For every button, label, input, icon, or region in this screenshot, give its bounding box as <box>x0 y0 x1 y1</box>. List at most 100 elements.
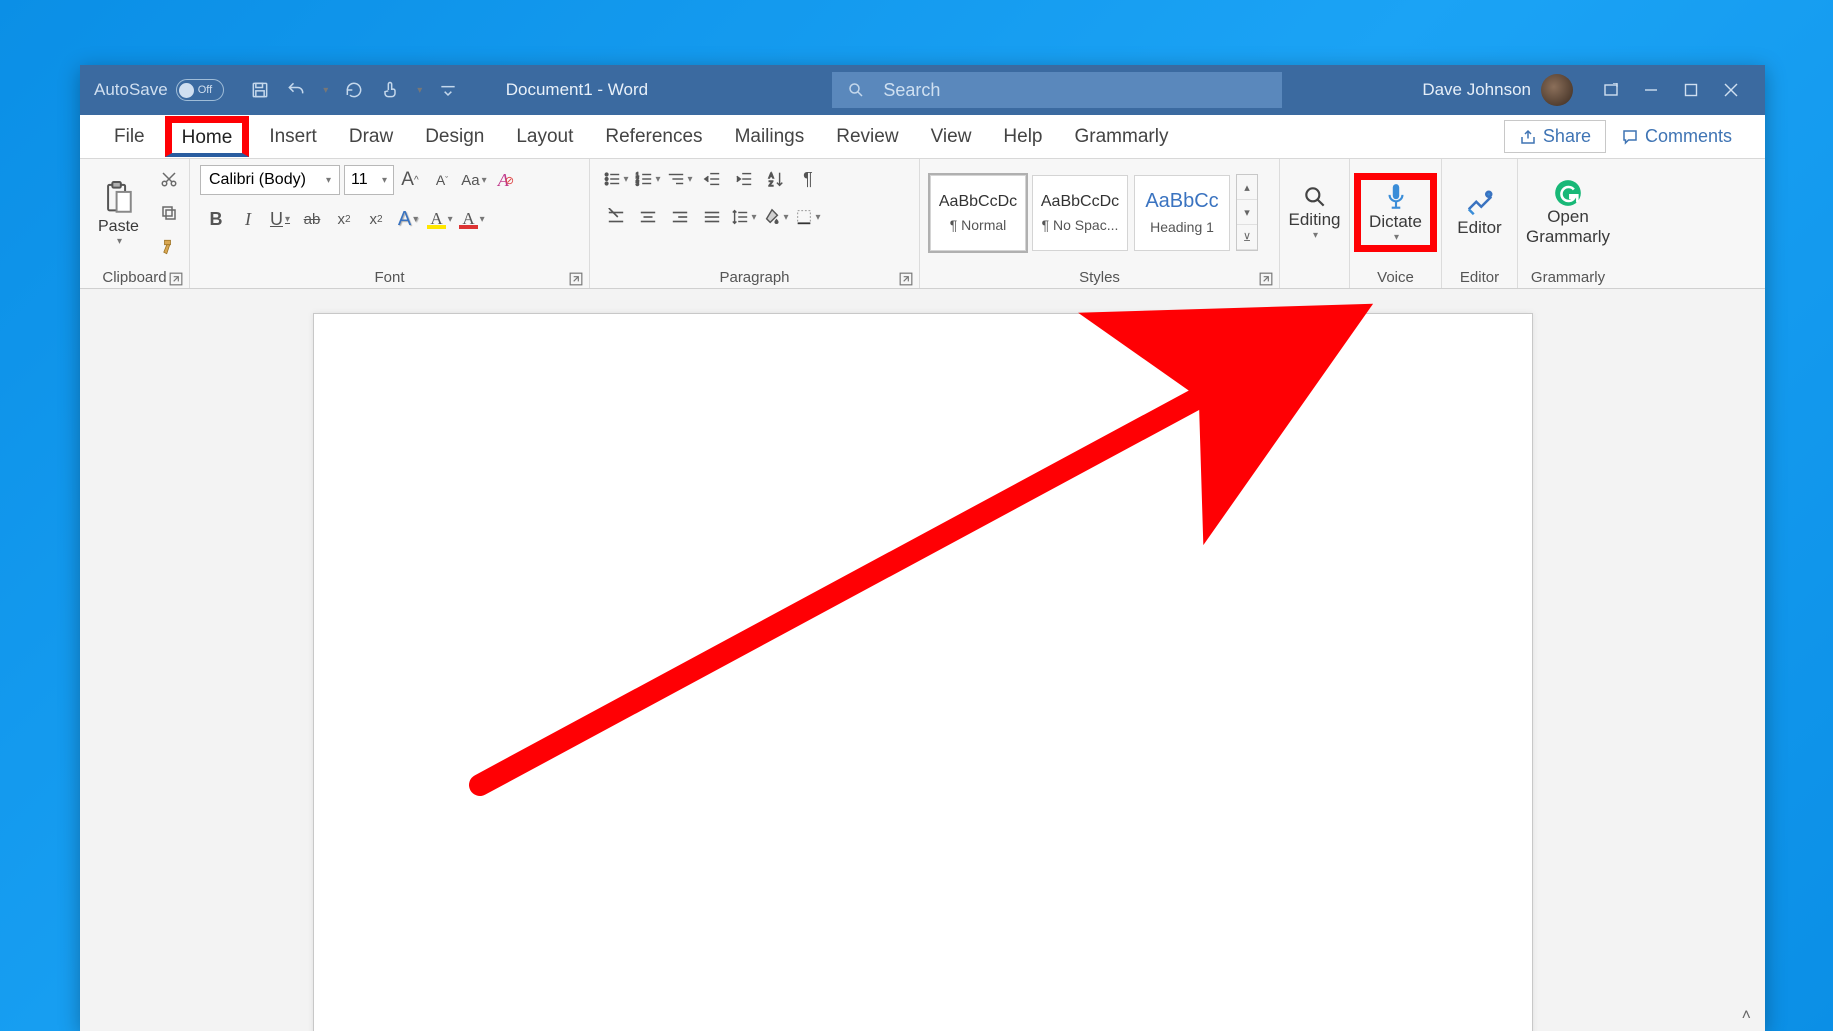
dictate-button[interactable]: Dictate ▾ <box>1354 173 1437 252</box>
borders-button[interactable]: ▾ <box>794 204 822 230</box>
group-font: Calibri (Body)▾ 11▾ A^ Aˇ Aa▾ A⊘ B I U▾ … <box>190 159 590 288</box>
styles-launcher-icon[interactable] <box>1259 272 1273 286</box>
show-paragraph-button[interactable]: ¶ <box>794 166 822 192</box>
ribbon-tabs: File Home Insert Draw Design Layout Refe… <box>80 115 1765 159</box>
tab-insert[interactable]: Insert <box>253 118 333 156</box>
touch-dropdown-icon[interactable]: ▾ <box>412 76 426 104</box>
justify-button[interactable] <box>698 204 726 230</box>
minimize-icon[interactable] <box>1631 70 1671 110</box>
tab-file[interactable]: File <box>98 118 161 156</box>
paste-button[interactable]: Paste ▾ <box>90 176 147 251</box>
comments-button[interactable]: Comments <box>1606 120 1747 153</box>
copy-icon[interactable] <box>155 200 183 226</box>
tab-mailings[interactable]: Mailings <box>719 118 821 156</box>
qat-customize-icon[interactable] <box>434 76 462 104</box>
clear-format-icon[interactable]: A⊘ <box>492 167 520 193</box>
autosave-label: AutoSave <box>94 80 168 100</box>
share-icon <box>1519 128 1537 146</box>
share-button[interactable]: Share <box>1504 120 1606 153</box>
bold-button[interactable]: B <box>202 206 230 232</box>
editor-button[interactable]: Editor <box>1445 184 1513 242</box>
autosave-state: Off <box>198 84 212 96</box>
style-heading1[interactable]: AaBbCc Heading 1 <box>1134 175 1230 251</box>
font-launcher-icon[interactable] <box>569 272 583 286</box>
user-name[interactable]: Dave Johnson <box>1422 80 1531 100</box>
tab-review[interactable]: Review <box>820 118 914 156</box>
group-voice: Dictate ▾ Voice <box>1350 159 1442 288</box>
avatar[interactable] <box>1541 74 1573 106</box>
styles-scroll-up-icon[interactable]: ▴ <box>1237 175 1257 200</box>
style-normal[interactable]: AaBbCcDc ¶ Normal <box>930 175 1026 251</box>
tab-help[interactable]: Help <box>987 118 1058 156</box>
document-area[interactable] <box>80 289 1765 1031</box>
paste-icon <box>101 180 135 218</box>
document-title: Document1 - Word <box>466 80 833 100</box>
align-right-button[interactable] <box>666 204 694 230</box>
ribbon-display-icon[interactable] <box>1591 70 1631 110</box>
undo-dropdown-icon[interactable]: ▾ <box>318 76 332 104</box>
align-center-button[interactable] <box>634 204 662 230</box>
page[interactable] <box>313 313 1533 1031</box>
svg-text:3: 3 <box>636 181 639 187</box>
numbering-button[interactable]: 123▾ <box>634 166 662 192</box>
styles-scroll: ▴ ▾ ⊻ <box>1236 174 1258 251</box>
search-placeholder: Search <box>883 80 940 101</box>
shading-button[interactable]: ▾ <box>762 204 790 230</box>
font-color-button[interactable]: A▾ <box>458 206 486 232</box>
underline-button[interactable]: U▾ <box>266 206 294 232</box>
font-name-select[interactable]: Calibri (Body)▾ <box>200 165 340 195</box>
strike-button[interactable]: ab <box>298 206 326 232</box>
svg-text:Z: Z <box>769 179 774 188</box>
subscript-button[interactable]: x2 <box>330 206 358 232</box>
group-editor: Editor Editor <box>1442 159 1518 288</box>
text-effects-button[interactable]: A▾ <box>394 206 422 232</box>
multilevel-button[interactable]: ▾ <box>666 166 694 192</box>
font-size-select[interactable]: 11▾ <box>344 165 394 195</box>
autosave-knob <box>179 83 194 98</box>
word-window: AutoSave Off ▾ ▾ Document1 - Word Search… <box>80 65 1765 1031</box>
save-icon[interactable] <box>246 76 274 104</box>
clipboard-launcher-icon[interactable] <box>169 272 183 286</box>
increase-indent-button[interactable] <box>730 166 758 192</box>
bullets-button[interactable]: ▾ <box>602 166 630 192</box>
group-label-voice: Voice <box>1350 266 1441 288</box>
tab-grammarly[interactable]: Grammarly <box>1059 118 1185 156</box>
decrease-indent-button[interactable] <box>698 166 726 192</box>
tab-layout[interactable]: Layout <box>500 118 589 156</box>
maximize-icon[interactable] <box>1671 70 1711 110</box>
grow-font-icon[interactable]: A^ <box>396 167 424 193</box>
styles-expand-icon[interactable]: ⊻ <box>1237 225 1257 250</box>
undo-icon[interactable] <box>282 76 310 104</box>
editor-icon <box>1465 188 1495 218</box>
superscript-button[interactable]: x2 <box>362 206 390 232</box>
paragraph-launcher-icon[interactable] <box>899 272 913 286</box>
collapse-ribbon-icon[interactable]: ˄ <box>1742 1007 1751 1025</box>
tab-home[interactable]: Home <box>165 116 250 157</box>
line-spacing-button[interactable]: ▾ <box>730 204 758 230</box>
autosave-toggle[interactable]: Off <box>176 79 224 101</box>
editing-button[interactable]: Editing ▾ <box>1277 180 1353 245</box>
search-icon <box>847 81 865 99</box>
cut-icon[interactable] <box>155 166 183 192</box>
italic-button[interactable]: I <box>234 206 262 232</box>
format-painter-icon[interactable] <box>155 234 183 260</box>
comment-icon <box>1621 128 1639 146</box>
styles-scroll-down-icon[interactable]: ▾ <box>1237 200 1257 225</box>
grammarly-button[interactable]: Open Grammarly <box>1514 175 1622 251</box>
group-clipboard: Paste ▾ Clipboard <box>80 159 190 288</box>
tab-references[interactable]: References <box>589 118 718 156</box>
align-left-button[interactable] <box>602 204 630 230</box>
shrink-font-icon[interactable]: Aˇ <box>428 167 456 193</box>
group-label-grammarly: Grammarly <box>1518 266 1618 288</box>
style-no-spacing[interactable]: AaBbCcDc ¶ No Spac... <box>1032 175 1128 251</box>
touch-mode-icon[interactable] <box>376 76 404 104</box>
change-case-icon[interactable]: Aa▾ <box>460 167 488 193</box>
highlight-button[interactable]: A▾ <box>426 206 454 232</box>
tab-view[interactable]: View <box>915 118 988 156</box>
search-box[interactable]: Search <box>832 72 1282 108</box>
close-icon[interactable] <box>1711 70 1751 110</box>
tab-draw[interactable]: Draw <box>333 118 409 156</box>
tab-design[interactable]: Design <box>409 118 500 156</box>
redo-icon[interactable] <box>340 76 368 104</box>
sort-button[interactable]: AZ <box>762 166 790 192</box>
